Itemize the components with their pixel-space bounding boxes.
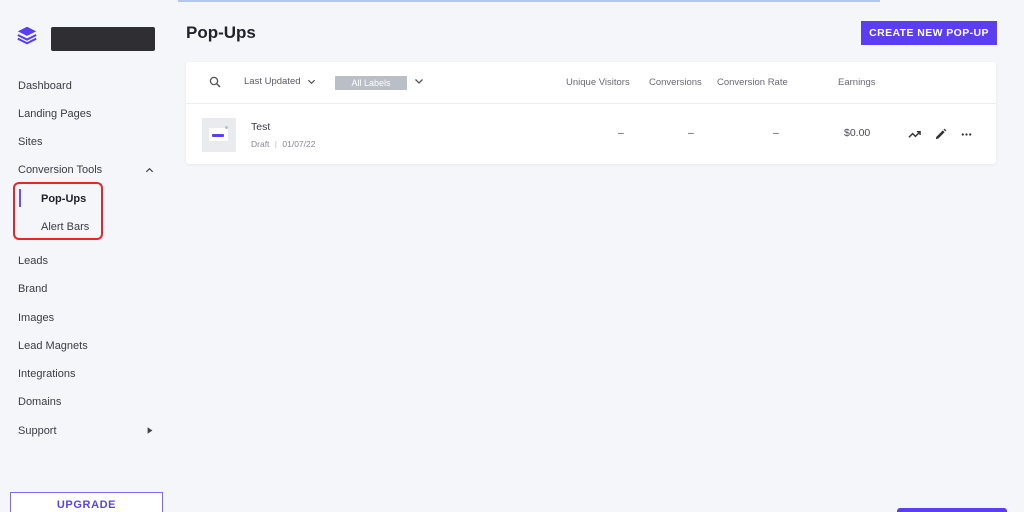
cell-conversions: – bbox=[688, 127, 694, 139]
top-accent-line bbox=[178, 0, 880, 2]
sidebar-item-conversion-tools[interactable]: Conversion Tools bbox=[18, 164, 102, 176]
pop-up-name[interactable]: Test bbox=[251, 121, 270, 133]
create-new-pop-up-button[interactable]: CREATE NEW POP-UP bbox=[861, 21, 997, 45]
sidebar-item-support[interactable]: Support bbox=[18, 425, 57, 437]
meta-separator: | bbox=[274, 139, 278, 149]
pop-up-status: Draft bbox=[251, 139, 270, 149]
column-header-unique-visitors[interactable]: Unique Visitors bbox=[566, 77, 630, 88]
cell-conversion-rate: – bbox=[773, 127, 779, 139]
pop-up-meta: Draft | 01/07/22 bbox=[251, 139, 315, 149]
table-row[interactable]: Test Draft | 01/07/22 – – – $0.00 bbox=[186, 105, 996, 164]
sort-dropdown[interactable]: Last Updated bbox=[244, 76, 316, 87]
thumbnail-preview bbox=[209, 128, 228, 141]
chevron-down-icon[interactable] bbox=[414, 76, 424, 86]
search-icon[interactable] bbox=[209, 76, 221, 88]
sort-dropdown-label: Last Updated bbox=[244, 76, 301, 87]
chat-widget-tab[interactable] bbox=[897, 508, 1007, 512]
chevron-up-icon[interactable] bbox=[145, 166, 154, 175]
sidebar-item-integrations[interactable]: Integrations bbox=[18, 368, 75, 380]
cell-earnings: $0.00 bbox=[844, 127, 871, 139]
pop-up-thumbnail[interactable] bbox=[202, 118, 236, 152]
sidebar-item-dashboard[interactable]: Dashboard bbox=[18, 80, 72, 92]
sidebar-item-brand[interactable]: Brand bbox=[18, 283, 47, 295]
more-options-icon[interactable] bbox=[960, 128, 973, 141]
cell-unique-visitors: – bbox=[618, 127, 624, 139]
trending-up-icon[interactable] bbox=[908, 128, 921, 141]
sidebar-item-domains[interactable]: Domains bbox=[18, 396, 61, 408]
chevron-down-icon bbox=[307, 79, 315, 85]
labels-filter-dropdown[interactable]: All Labels bbox=[335, 76, 407, 90]
column-header-conversions[interactable]: Conversions bbox=[649, 77, 702, 88]
column-header-earnings[interactable]: Earnings bbox=[838, 77, 876, 88]
column-header-conversion-rate[interactable]: Conversion Rate bbox=[717, 77, 788, 88]
thumbnail-button-shape bbox=[212, 134, 224, 137]
page-title: Pop-Ups bbox=[186, 23, 256, 42]
pop-ups-table: Last Updated All Labels Unique Visitors … bbox=[186, 62, 996, 164]
chevron-right-icon[interactable] bbox=[146, 426, 154, 435]
sidebar-item-images[interactable]: Images bbox=[18, 312, 54, 324]
highlight-annotation bbox=[13, 182, 103, 240]
thumbnail-close-dot bbox=[225, 126, 228, 129]
pencil-icon[interactable] bbox=[934, 128, 947, 141]
table-header: Last Updated All Labels Unique Visitors … bbox=[186, 62, 996, 104]
pop-up-date: 01/07/22 bbox=[282, 139, 316, 149]
layers-logo-icon[interactable] bbox=[16, 24, 38, 46]
sidebar-item-landing-pages[interactable]: Landing Pages bbox=[18, 108, 91, 120]
upgrade-button[interactable]: UPGRADE bbox=[10, 492, 163, 512]
sidebar-item-leads[interactable]: Leads bbox=[18, 255, 48, 267]
sidebar-item-sites[interactable]: Sites bbox=[18, 136, 42, 148]
sidebar-item-lead-magnets[interactable]: Lead Magnets bbox=[18, 340, 88, 352]
sidebar: Dashboard Landing Pages Sites Conversion… bbox=[0, 0, 172, 512]
redacted-account-name bbox=[51, 27, 155, 51]
